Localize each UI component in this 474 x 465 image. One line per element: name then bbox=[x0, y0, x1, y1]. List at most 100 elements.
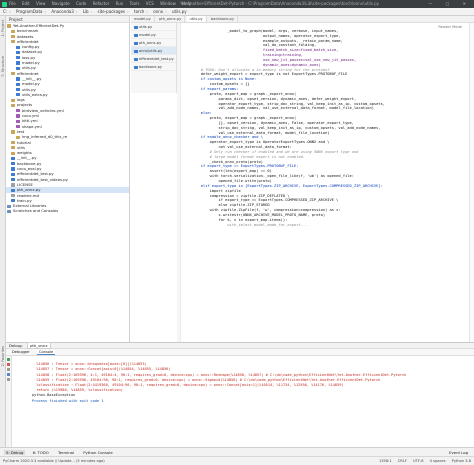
debug-tabs: Debugger Console bbox=[6, 349, 474, 356]
folder-icon bbox=[11, 103, 15, 108]
tab-debugger[interactable]: Debugger bbox=[10, 350, 32, 354]
window-controls[interactable]: — □ ✕ bbox=[428, 0, 472, 8]
open-file-item-active[interactable]: onnx\utils.py bbox=[131, 47, 176, 55]
yaml-file-icon bbox=[16, 114, 20, 118]
open-file-item[interactable]: pth_onnx.py bbox=[131, 39, 176, 47]
console-output[interactable]: %14856 : Tensor = onnx::Unsqueeze[axes=[… bbox=[12, 357, 474, 447]
file-encoding[interactable]: UTF-8 bbox=[413, 459, 423, 463]
menu-run[interactable]: Run bbox=[116, 1, 124, 6]
tab-pth-onnx[interactable]: pth_onnx.py bbox=[156, 16, 186, 22]
tab-utils[interactable]: utils.py bbox=[186, 16, 207, 22]
project-panel: Project Yet-Another-EfficientDet-Py benc… bbox=[6, 16, 130, 342]
tool-debug[interactable]: 5: Debug bbox=[4, 450, 26, 455]
menu-vcs[interactable]: VCS bbox=[146, 1, 154, 6]
python-file-icon bbox=[16, 56, 20, 60]
library-icon bbox=[7, 204, 11, 208]
python-file-icon bbox=[11, 162, 15, 166]
python-file-icon bbox=[11, 172, 15, 176]
status-right: 1358:1 CRLF UTF-8 4 spaces Python 3.8 bbox=[374, 457, 471, 465]
crumb-anaconda[interactable]: Anaconda3 bbox=[51, 9, 73, 14]
folder-icon bbox=[11, 29, 15, 33]
yaml-file-icon bbox=[16, 109, 20, 113]
python-file-icon bbox=[16, 87, 20, 92]
debug-session-tab[interactable]: pth_onnx bbox=[26, 342, 51, 349]
tab-backbone[interactable]: backbone.py bbox=[208, 16, 238, 22]
folder-icon bbox=[11, 130, 15, 134]
pause-icon[interactable] bbox=[7, 368, 10, 371]
caret-position[interactable]: 1358:1 bbox=[379, 459, 392, 463]
open-file-item[interactable]: utils.py bbox=[131, 23, 176, 31]
step-over-icon[interactable] bbox=[7, 373, 10, 376]
text-file-icon bbox=[11, 183, 15, 187]
crumb-torch[interactable]: torch bbox=[134, 9, 144, 14]
breadcrumb: C: › ProgramData › Anaconda3 › Lib › site-pa… bbox=[0, 8, 474, 16]
menu-edit[interactable]: Edit bbox=[22, 1, 30, 6]
python-file-icon bbox=[11, 199, 15, 203]
stop-icon[interactable] bbox=[7, 363, 10, 366]
code-text[interactable]: _model_to_graph(model, args, verbose, in… bbox=[183, 24, 468, 340]
python-file-icon bbox=[16, 93, 20, 97]
crumb-drive[interactable]: C: bbox=[3, 9, 7, 14]
crumb-site-packages[interactable]: site-packages bbox=[97, 9, 125, 14]
crumb-lib[interactable]: Lib bbox=[83, 9, 89, 14]
python-interpreter[interactable]: Python 3.8 bbox=[452, 459, 471, 463]
python-file-icon bbox=[11, 167, 15, 171]
menu-refactor[interactable]: Refactor bbox=[93, 1, 110, 6]
folder-icon bbox=[11, 151, 15, 155]
project-panel-header[interactable]: Project bbox=[6, 16, 129, 23]
open-file-item[interactable]: efficientdet_test.py bbox=[131, 55, 176, 63]
menu-file[interactable]: File bbox=[9, 1, 16, 6]
menu-window[interactable]: Window bbox=[160, 1, 176, 6]
settings-icon[interactable] bbox=[7, 378, 10, 381]
python-file-icon bbox=[134, 57, 138, 61]
python-file-icon bbox=[16, 82, 20, 86]
main-menu: File Edit View Navigate Code Refactor Ru… bbox=[9, 0, 196, 8]
python-file-icon bbox=[11, 156, 15, 161]
python-file-icon bbox=[11, 178, 15, 182]
open-file-item[interactable]: model.py bbox=[131, 31, 176, 39]
tool-todo[interactable]: 6: TODO bbox=[31, 450, 51, 455]
yaml-file-icon bbox=[16, 125, 20, 129]
folder-icon bbox=[7, 24, 11, 28]
menu-code[interactable]: Code bbox=[76, 1, 86, 6]
folder-icon bbox=[16, 135, 20, 139]
open-file-item[interactable]: backbone.py bbox=[131, 63, 176, 71]
crumb-file[interactable]: utils.py bbox=[172, 9, 187, 14]
status-bar: PyCharm 2020.3.3 available // Update... … bbox=[0, 456, 474, 465]
open-files-list: utils.py model.py pth_onnx.py onnx\utils… bbox=[131, 23, 177, 93]
crumb-onnx[interactable]: onnx bbox=[153, 9, 163, 14]
python-file-icon bbox=[16, 45, 20, 49]
menu-navigate[interactable]: Navigate bbox=[52, 1, 70, 6]
indent-setting[interactable]: 4 spaces bbox=[430, 459, 446, 463]
crumb-programdata[interactable]: ProgramData bbox=[16, 9, 42, 14]
tool-structure[interactable]: 7: Structure bbox=[1, 56, 5, 77]
tool-python-console[interactable]: Python Console bbox=[81, 450, 114, 455]
right-scroll-strip[interactable] bbox=[469, 23, 474, 342]
python-file-icon bbox=[16, 77, 20, 81]
line-separator[interactable]: CRLF bbox=[398, 459, 407, 463]
editor-tabs: model.py pth_onnx.py utils.py backbone.p… bbox=[131, 16, 474, 23]
tool-favorites[interactable]: 2: Favorites bbox=[1, 346, 5, 366]
resume-icon[interactable] bbox=[7, 358, 10, 361]
tool-terminal[interactable]: Terminal bbox=[56, 450, 76, 455]
tool-project[interactable]: 1: Project bbox=[1, 20, 5, 37]
menu-tools[interactable]: Tools bbox=[130, 1, 140, 6]
tree-item[interactable]: Scratches and Consoles bbox=[6, 208, 129, 213]
python-file-icon bbox=[134, 41, 138, 45]
status-message[interactable]: PyCharm 2020.3.3 available // Update... … bbox=[3, 457, 105, 465]
folder-icon bbox=[11, 146, 15, 150]
folder-icon bbox=[11, 98, 15, 102]
folder-icon bbox=[11, 140, 15, 145]
python-file-icon bbox=[11, 188, 15, 192]
python-file-icon bbox=[134, 49, 138, 53]
scratches-icon bbox=[7, 209, 11, 213]
python-file-icon bbox=[134, 33, 138, 37]
editor-gutter[interactable] bbox=[177, 23, 181, 342]
tab-console[interactable]: Console bbox=[36, 350, 56, 355]
tab-model[interactable]: model.py bbox=[131, 16, 155, 22]
python-file-icon bbox=[16, 66, 20, 70]
pycharm-logo-icon bbox=[2, 1, 7, 7]
python-file-icon bbox=[16, 50, 20, 55]
folder-icon bbox=[11, 40, 15, 44]
menu-view[interactable]: View bbox=[36, 1, 46, 6]
